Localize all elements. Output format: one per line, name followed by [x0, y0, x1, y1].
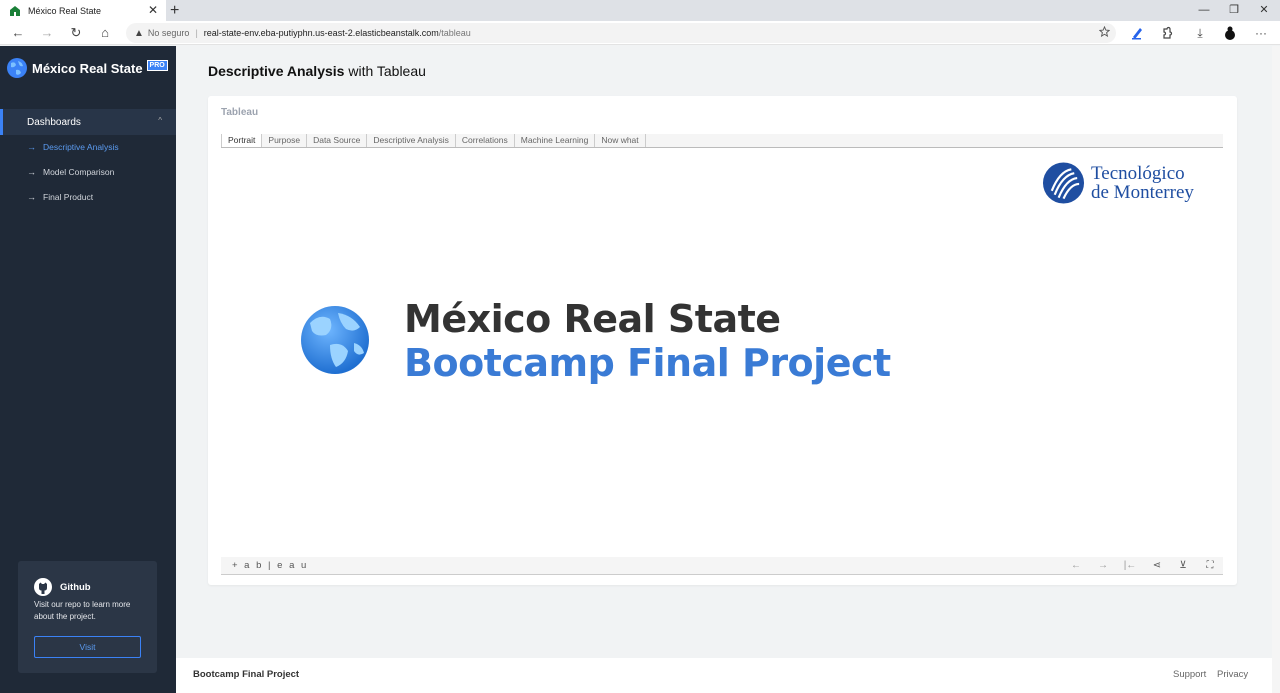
page-footer: Bootcamp Final Project Support Privacy [176, 658, 1280, 693]
tableau-tab-strip: Portrait Purpose Data Source Descriptive… [221, 134, 1223, 148]
home-favicon-icon [10, 5, 20, 16]
page-title-rest: with Tableau [344, 63, 426, 79]
home-icon[interactable]: ⌂ [96, 24, 114, 42]
tab-descriptive-analysis[interactable]: Descriptive Analysis [367, 134, 456, 147]
tab-title: México Real State [28, 5, 102, 16]
address-bar[interactable]: ▲ No seguro | real-state-env.eba-putiyph… [126, 23, 1116, 43]
page-title-bold: Descriptive Analysis [208, 63, 345, 79]
tab-purpose[interactable]: Purpose [262, 134, 308, 147]
main-content: Descriptive Analysis with Tableau Tablea… [176, 46, 1280, 693]
undo-icon[interactable]: ← [1069, 559, 1083, 573]
forward-icon[interactable]: → [38, 24, 56, 42]
pro-badge: PRO [146, 59, 168, 71]
sidebar-item-label: Model Comparison [43, 167, 115, 177]
pen-extension-icon[interactable] [1128, 24, 1146, 42]
institution-line1: Tecnológico [1091, 163, 1185, 184]
tab-correlations[interactable]: Correlations [456, 134, 515, 147]
tableau-toolbar: + a b | e a u ← → |← ⋖ ⊻ ⛶ [221, 557, 1223, 575]
download-icon[interactable]: ⊻ [1176, 559, 1190, 573]
tableau-card: Tableau Portrait Purpose Data Source Des… [208, 96, 1237, 585]
page-scrollbar[interactable] [1272, 46, 1280, 693]
profile-avatar-icon[interactable] [1221, 24, 1239, 42]
hero-subtitle: Bootcamp Final Project [404, 341, 891, 385]
institution-name: Tecnológico de Monterrey [1091, 164, 1194, 202]
github-description: Visit our repo to learn more about the p… [34, 600, 131, 621]
browser-tab-bar: México Real State ✕ + — ❐ ✕ [0, 0, 1280, 21]
tec-monterrey-logo: Tecnológico de Monterrey [1042, 161, 1194, 205]
footer-project-name: Bootcamp Final Project [193, 669, 300, 680]
url-path: /tableau [438, 28, 471, 38]
sidebar-item-final-product[interactable]: → Final Product [27, 192, 93, 202]
arrow-right-icon: → [27, 192, 36, 202]
favorites-star-icon[interactable] [1099, 26, 1110, 37]
chevron-up-icon[interactable]: ^ [158, 116, 162, 125]
warning-icon: ▲ [134, 27, 144, 39]
address-separator: | [195, 28, 198, 38]
privacy-link[interactable]: Privacy [1217, 669, 1248, 680]
sidebar-item-model-comparison[interactable]: → Model Comparison [27, 167, 114, 177]
tableau-logo[interactable]: + a b | e a u [232, 560, 308, 571]
minimize-button[interactable]: — [1189, 0, 1219, 21]
tab-portrait[interactable]: Portrait [221, 134, 263, 147]
globe-hero-icon [301, 306, 369, 374]
brand[interactable]: México Real State PRO [7, 58, 168, 78]
back-icon[interactable]: ← [9, 24, 27, 42]
globe-logo-icon [7, 58, 27, 78]
tab-close-icon[interactable]: ✕ [148, 3, 158, 17]
more-menu-icon[interactable]: ··· [1252, 24, 1270, 42]
fullscreen-icon[interactable]: ⛶ [1203, 559, 1217, 573]
card-title: Tableau [221, 107, 259, 118]
support-link[interactable]: Support [1173, 669, 1206, 680]
nav-section-label: Dashboards [27, 116, 81, 128]
github-title: Github [60, 581, 91, 593]
revert-icon[interactable]: |← [1123, 559, 1137, 573]
arrow-right-icon: → [27, 142, 36, 152]
tab-data-source[interactable]: Data Source [307, 134, 368, 147]
tab-now-what[interactable]: Now what [595, 134, 646, 147]
redo-icon[interactable]: → [1096, 559, 1110, 573]
github-card: Github Visit our repo to learn more abou… [18, 561, 157, 673]
reload-icon[interactable]: ↻ [67, 24, 85, 42]
visit-button[interactable]: Visit [34, 636, 141, 658]
sidebar-item-descriptive-analysis[interactable]: → Descriptive Analysis [27, 142, 119, 152]
nav-section-dashboards[interactable]: Dashboards ^ [0, 109, 176, 135]
new-tab-button[interactable]: + [170, 0, 179, 21]
sidebar-item-label: Descriptive Analysis [43, 142, 119, 152]
url-host: real-state-env.eba-putiyphn.us-east-2.el… [203, 28, 439, 38]
browser-tab[interactable]: México Real State ✕ [0, 0, 166, 21]
insecure-label[interactable]: No seguro [148, 28, 190, 38]
sidebar: México Real State PRO Dashboards ^ → Des… [0, 46, 176, 693]
share-icon[interactable]: ⋖ [1150, 559, 1164, 573]
github-icon [34, 578, 52, 596]
page-title: Descriptive Analysis with Tableau [208, 63, 426, 79]
hero-title: México Real State [404, 297, 781, 341]
browser-toolbar: ← → ↻ ⌂ ▲ No seguro | real-state-env.eba… [0, 21, 1280, 45]
arrow-right-icon: → [27, 167, 36, 177]
institution-line2: de Monterrey [1091, 182, 1194, 203]
sidebar-item-label: Final Product [43, 192, 94, 202]
restore-button[interactable]: ❐ [1219, 0, 1249, 21]
brand-name: México Real State [32, 60, 143, 76]
tab-machine-learning[interactable]: Machine Learning [515, 134, 596, 147]
tec-monterrey-emblem-icon [1042, 162, 1085, 204]
download-icon[interactable]: ⤓ [1191, 24, 1209, 42]
github-card-header: Github [34, 578, 141, 596]
close-window-button[interactable]: ✕ [1249, 0, 1279, 21]
extensions-icon[interactable] [1158, 24, 1176, 42]
